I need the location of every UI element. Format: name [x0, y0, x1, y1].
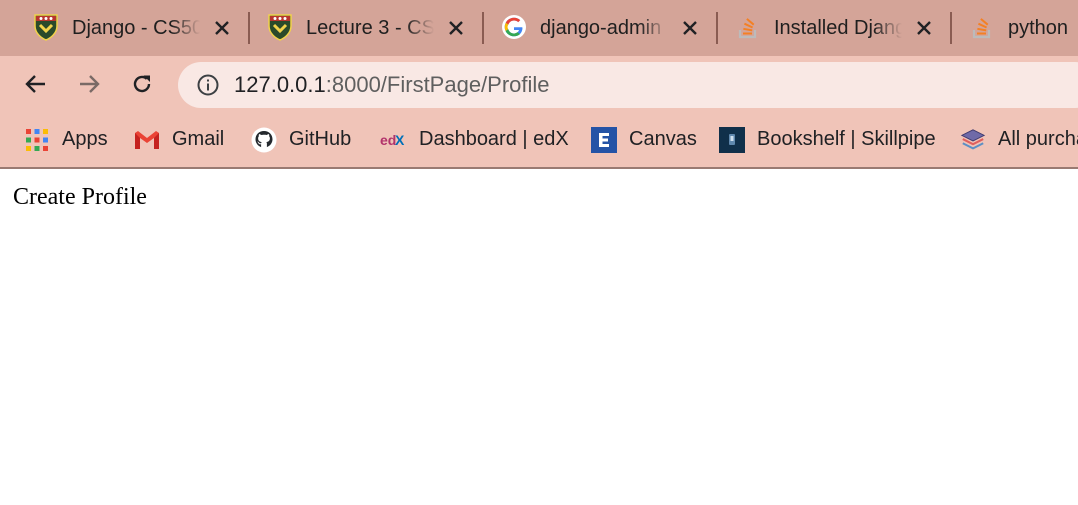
tab-title: python	[1008, 17, 1069, 39]
svg-text:ed: ed	[380, 132, 396, 148]
tab-django-admin[interactable]: django-admin	[468, 0, 718, 56]
tab-installed-django[interactable]: Installed Django	[702, 0, 952, 56]
tab-django-cs50[interactable]: Django - CS50	[0, 0, 250, 56]
close-icon[interactable]	[912, 16, 936, 40]
close-icon[interactable]	[444, 16, 468, 40]
bookmark-canvas[interactable]: Canvas	[591, 112, 697, 167]
tab-strip: Django - CS50 Lecture 3 - CS50 django-ad…	[0, 0, 1078, 56]
close-icon[interactable]	[678, 16, 702, 40]
bookmark-label: Gmail	[172, 128, 225, 150]
tab-title: Lecture 3 - CS50	[306, 17, 434, 39]
bookmark-edx[interactable]: ed X Dashboard | edX	[380, 112, 569, 167]
close-icon[interactable]	[210, 16, 234, 40]
bookmark-label: Dashboard | edX	[419, 128, 569, 150]
skillpipe-icon	[719, 126, 745, 153]
apps-grid-icon	[24, 127, 50, 153]
google-g-icon	[501, 13, 527, 41]
bookmark-label: GitHub	[289, 128, 352, 150]
tab-lecture-3[interactable]: Lecture 3 - CS50	[234, 0, 484, 56]
bookmark-github[interactable]: GitHub	[251, 112, 351, 167]
url-path: :8000/FirstPage/Profile	[325, 72, 550, 97]
bookmark-label: Canvas	[629, 128, 697, 150]
bookmarks-bar: Apps Gmail GitHub ed X Dashboard | edX Ca…	[0, 112, 1078, 169]
tab-title: Django - CS50	[72, 17, 200, 39]
gmail-icon	[134, 127, 160, 153]
page-heading: Create Profile	[13, 184, 147, 210]
url-host: 127.0.0.1	[234, 72, 326, 97]
address-bar[interactable]: 127.0.0.1:8000/FirstPage/Profile	[178, 62, 1078, 108]
tab-python[interactable]: python	[936, 0, 1078, 56]
svg-text:X: X	[395, 132, 405, 148]
back-arrow-icon[interactable]	[22, 70, 50, 98]
bookmark-label: All purchases	[998, 128, 1078, 150]
canvas-icon	[591, 126, 617, 153]
shield-crest-icon	[267, 13, 293, 41]
tab-title: django-admin	[540, 17, 662, 39]
stackoverflow-icon	[735, 13, 761, 41]
layers-icon	[960, 127, 986, 153]
reload-icon[interactable]	[128, 70, 156, 98]
bookmark-apps[interactable]: Apps	[24, 112, 108, 167]
bookmark-all-purchases[interactable]: All purchases	[960, 112, 1078, 167]
bookmark-gmail[interactable]: Gmail	[134, 112, 224, 167]
edx-icon: ed X	[380, 127, 407, 153]
forward-arrow-icon[interactable]	[75, 70, 103, 98]
stackoverflow-icon	[969, 13, 995, 41]
tab-title: Installed Django	[774, 17, 902, 39]
bookmark-label: Bookshelf | Skillpipe	[757, 128, 936, 150]
bookmark-skillpipe[interactable]: Bookshelf | Skillpipe	[719, 112, 936, 167]
url-text[interactable]: 127.0.0.1:8000/FirstPage/Profile	[234, 62, 550, 108]
github-icon	[251, 127, 277, 153]
shield-crest-icon	[33, 13, 59, 41]
info-icon[interactable]	[196, 73, 220, 97]
bookmark-label: Apps	[62, 128, 108, 150]
